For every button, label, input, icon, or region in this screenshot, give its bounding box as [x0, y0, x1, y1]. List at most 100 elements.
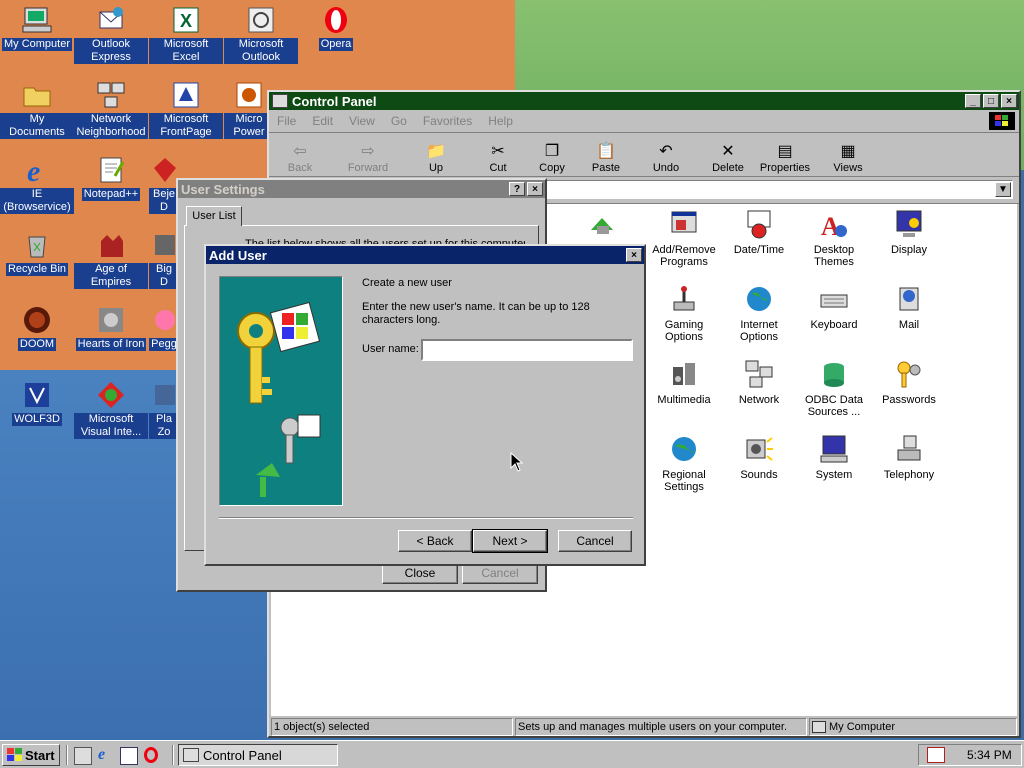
speaker-icon	[743, 433, 775, 465]
close-button[interactable]: ×	[527, 182, 543, 196]
telephone-icon	[893, 433, 925, 465]
desktop-icon-network-neighborhood[interactable]: Network Neighborhood	[74, 79, 148, 139]
bejeweled-icon	[149, 154, 179, 186]
menu-edit[interactable]: Edit	[312, 114, 333, 128]
desktop-icon-visual-interdev[interactable]: Microsoft Visual Inte...	[74, 379, 148, 439]
close-button[interactable]: ×	[1001, 94, 1017, 108]
cp-item-desktop-themes[interactable]: A Desktop Themes	[797, 208, 871, 268]
back-button[interactable]: < Back	[398, 530, 472, 552]
cp-item-mail[interactable]: Mail	[872, 283, 946, 331]
menu-favorites[interactable]: Favorites	[423, 114, 472, 128]
toolbar-forward[interactable]: ⇨ Forward	[327, 140, 409, 174]
toolbar-copy[interactable]: ❐ Copy	[525, 140, 579, 174]
toolbar-paste[interactable]: 📋 Paste	[579, 140, 633, 174]
game-icon	[149, 379, 179, 411]
cp-item-sounds[interactable]: Sounds	[722, 433, 796, 481]
address-dropdown-button[interactable]: ▼	[995, 182, 1011, 197]
control-panel-icon	[183, 748, 199, 762]
cp-item-add-remove-programs[interactable]: Add/Remove Programs	[647, 208, 721, 268]
cp-item-regional-settings[interactable]: Regional Settings	[647, 433, 721, 493]
user-settings-titlebar[interactable]: User Settings ? ×	[178, 180, 545, 198]
next-button[interactable]: Next >	[472, 529, 548, 553]
desktop-icon-outlook[interactable]: Microsoft Outlook	[224, 4, 298, 64]
dialog-title: User Settings	[181, 181, 265, 197]
toolbar-properties[interactable]: ▤ Properties	[755, 140, 815, 174]
desktop-icon-frontpage[interactable]: Microsoft FrontPage	[149, 79, 223, 139]
toolbar-views[interactable]: ▦ Views	[821, 140, 875, 174]
outlook-express-icon	[95, 4, 127, 36]
status-description: Sets up and manages multiple users on yo…	[515, 718, 807, 736]
cp-item-odbc[interactable]: ODBC Data Sources ...	[797, 358, 871, 418]
add-user-titlebar[interactable]: Add User ×	[206, 246, 644, 264]
menu-bar: File Edit View Go Favorites Help	[269, 110, 1019, 133]
windows-logo-icon	[7, 748, 22, 761]
desktop-icon-notepadpp[interactable]: Notepad++	[74, 154, 148, 201]
maximize-button[interactable]: □	[983, 94, 999, 108]
desktop-icon-pla-zo[interactable]: Pla Zo	[149, 379, 179, 439]
tab-user-list[interactable]: User List	[186, 206, 242, 226]
toolbar-undo[interactable]: ↶ Undo	[639, 140, 693, 174]
cp-item-system[interactable]: System	[797, 433, 871, 481]
taskbar: Start e Control Panel 5:34 PM	[0, 740, 1024, 768]
cp-item-passwords[interactable]: Passwords	[872, 358, 946, 406]
cp-item-accessibility[interactable]	[572, 208, 632, 244]
toolbar-delete[interactable]: ✕ Delete	[701, 140, 755, 174]
desktop-icon-wolf3d[interactable]: WOLF3D	[0, 379, 74, 426]
delete-x-icon: ✕	[721, 143, 735, 160]
desktop-icon-outlook-express[interactable]: Outlook Express	[74, 4, 148, 64]
toolbar-back[interactable]: ⇦ Back	[273, 140, 327, 174]
toolbar-cut[interactable]: ✂ Cut	[471, 140, 525, 174]
desktop-icon-my-documents[interactable]: My Documents	[0, 79, 74, 139]
cancel-button[interactable]: Cancel	[558, 530, 632, 552]
menu-help[interactable]: Help	[488, 114, 513, 128]
copy-icon: ❐	[544, 143, 560, 160]
back-arrow-icon: ⇦	[293, 143, 307, 160]
menu-view[interactable]: View	[349, 114, 375, 128]
ie-icon[interactable]: e	[98, 747, 114, 763]
keys-icon	[893, 358, 925, 390]
toolbar-up[interactable]: 📁 Up	[409, 140, 463, 174]
display-icon	[893, 208, 925, 240]
taskbar-separator	[66, 745, 68, 765]
taskbar-button-control-panel[interactable]: Control Panel	[178, 744, 338, 766]
scheduler-icon[interactable]	[927, 747, 945, 763]
desktop-icon-ie[interactable]: e IE (Browservice)	[0, 154, 74, 214]
cp-item-multimedia[interactable]: Multimedia	[647, 358, 721, 406]
add-remove-icon	[668, 208, 700, 240]
desktop-icon-doom[interactable]: DOOM	[0, 304, 74, 351]
cp-item-telephony[interactable]: Telephony	[872, 433, 946, 481]
desktop-icon-excel[interactable]: X Microsoft Excel	[149, 4, 223, 64]
clock[interactable]: 5:34 PM	[967, 748, 1012, 762]
menu-go[interactable]: Go	[391, 114, 407, 128]
desktop-icon-hearts-of-iron[interactable]: Hearts of Iron	[74, 304, 148, 351]
outlook-express-icon[interactable]	[120, 747, 138, 765]
opera-icon[interactable]	[144, 747, 158, 763]
desktop-icon-age-of-empires[interactable]: Age of Empires	[74, 229, 148, 289]
help-button[interactable]: ?	[509, 182, 525, 196]
dialog-title: Add User	[209, 247, 267, 263]
desktop-icon-opera[interactable]: Opera	[299, 4, 373, 51]
properties-icon: ▤	[777, 143, 793, 160]
desktop-icon-recycle-bin[interactable]: Recycle Bin	[0, 229, 74, 276]
desktop-icon-bejeweled[interactable]: Beje D	[149, 154, 179, 214]
cp-item-gaming-options[interactable]: Gaming Options	[647, 283, 721, 343]
desktop-icon-my-computer[interactable]: My Computer	[0, 4, 74, 51]
multimedia-icon	[668, 358, 700, 390]
cp-item-date-time[interactable]: Date/Time	[722, 208, 796, 256]
accessibility-icon	[586, 208, 618, 240]
desktop-shortcut-icon[interactable]	[74, 747, 92, 765]
desktop-icon-peggle[interactable]: Pegg	[149, 304, 179, 351]
cp-item-internet-options[interactable]: Internet Options	[722, 283, 796, 343]
start-button[interactable]: Start	[2, 744, 60, 766]
cp-item-network[interactable]: Network	[722, 358, 796, 406]
keys-illustration-icon	[237, 301, 321, 497]
network-icon	[743, 358, 775, 390]
desktop-icon-big-d[interactable]: Big D	[149, 229, 179, 289]
minimize-button[interactable]: _	[965, 94, 981, 108]
cp-item-keyboard[interactable]: Keyboard	[797, 283, 871, 331]
user-name-input[interactable]	[421, 339, 633, 361]
cp-item-display[interactable]: Display	[872, 208, 946, 256]
menu-file[interactable]: File	[277, 114, 296, 128]
control-panel-titlebar[interactable]: Control Panel _ □ ×	[269, 92, 1019, 110]
close-button[interactable]: ×	[626, 248, 642, 262]
